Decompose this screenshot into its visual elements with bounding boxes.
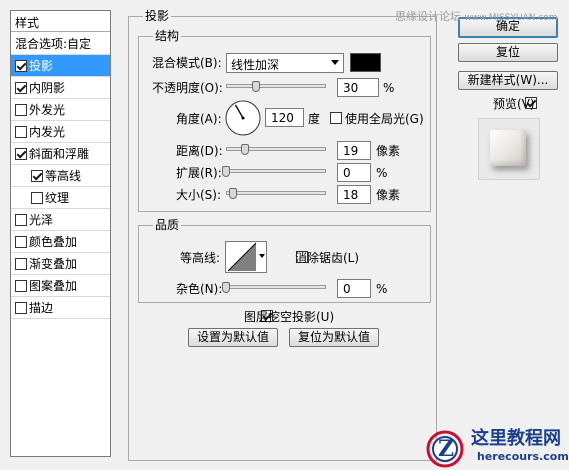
style-item-label: 等高线 (45, 169, 82, 183)
chevron-down-icon (259, 254, 265, 258)
style-item[interactable]: 内阴影 (11, 77, 110, 99)
opacity-input[interactable]: 30 (337, 78, 379, 97)
size-input[interactable]: 18 (337, 185, 371, 204)
spread-slider-thumb[interactable] (222, 166, 230, 177)
spread-input[interactable]: 0 (337, 163, 371, 182)
blending-options-item[interactable]: 混合选项:自定 (11, 33, 110, 55)
size-slider-track[interactable] (226, 191, 326, 195)
distance-label: 距离(D): (176, 144, 223, 158)
style-item-checkbox[interactable] (15, 147, 27, 160)
logo-url: herecours.com (477, 450, 569, 463)
size-unit: 像素 (376, 188, 401, 202)
style-item-label: 斜面和浮雕 (29, 147, 90, 161)
drop-shadow-title: 投影 (143, 9, 172, 23)
style-item-checkbox[interactable] (15, 257, 27, 270)
blending-options-label: 混合选项:自定 (15, 37, 92, 51)
style-item[interactable]: 颜色叠加 (11, 231, 110, 253)
style-item-checkbox[interactable] (15, 213, 27, 226)
angle-unit: 度 (308, 112, 321, 126)
noise-input[interactable]: 0 (337, 279, 371, 298)
style-item-checkbox[interactable] (15, 301, 27, 314)
contour-curve-icon (227, 242, 257, 272)
style-item-label: 图案叠加 (29, 279, 78, 293)
style-item[interactable]: 等高线 (11, 165, 110, 187)
style-item[interactable]: 图案叠加 (11, 275, 110, 297)
style-item[interactable]: 描边 (11, 297, 110, 319)
style-item-label: 纹理 (45, 191, 70, 205)
style-preview-thumbnail (478, 118, 540, 180)
noise-slider-track[interactable] (226, 285, 326, 289)
style-item-checkbox[interactable] (15, 81, 27, 94)
make-default-button[interactable]: 设置为默认值 (188, 328, 278, 347)
style-item-checkbox[interactable] (31, 191, 43, 204)
opacity-label: 不透明度(O): (152, 81, 223, 95)
style-item[interactable]: 渐变叠加 (11, 253, 110, 275)
style-list-header: 样式 (11, 11, 110, 32)
logo-letter: Z (438, 436, 455, 462)
angle-input[interactable]: 120 (265, 108, 304, 127)
noise-slider-thumb[interactable] (222, 282, 230, 293)
style-item-label: 渐变叠加 (29, 257, 78, 271)
style-item-label: 描边 (29, 301, 54, 315)
distance-unit: 像素 (376, 144, 401, 158)
style-item-label: 外发光 (29, 103, 66, 117)
blend-color-swatch[interactable] (350, 53, 381, 72)
size-slider-thumb[interactable] (229, 188, 237, 199)
style-list: 样式 混合选项:自定 投影内阴影外发光内发光斜面和浮雕等高线纹理光泽颜色叠加渐变… (10, 10, 111, 457)
reset-button[interactable]: 复位 (458, 43, 558, 62)
anti-alias-label[interactable]: 消除锯齿(L) (295, 251, 359, 265)
style-item-label: 内发光 (29, 125, 66, 139)
reset-default-button[interactable]: 复位为默认值 (289, 328, 379, 347)
use-global-light-checkbox[interactable] (330, 112, 342, 124)
distance-input[interactable]: 19 (337, 141, 371, 160)
noise-unit: % (376, 282, 388, 296)
style-item[interactable]: 光泽 (11, 209, 110, 231)
style-item[interactable]: 斜面和浮雕 (11, 143, 110, 165)
style-item-checkbox[interactable] (15, 59, 27, 72)
spread-label: 扩展(R): (176, 166, 222, 180)
blend-mode-value: 线性加深 (231, 58, 280, 72)
blend-mode-label: 混合模式(B): (152, 56, 222, 70)
style-item[interactable]: 外发光 (11, 99, 110, 121)
angle-dial[interactable] (224, 99, 262, 137)
opacity-slider-thumb[interactable] (252, 81, 260, 92)
site-logo: Z 这里教程网 herecours.com (423, 425, 569, 470)
preview-shape (490, 130, 526, 166)
chevron-down-icon (331, 60, 339, 65)
opacity-unit: % (383, 81, 395, 95)
contour-label: 等高线: (180, 251, 221, 265)
style-item[interactable]: 纹理 (11, 187, 110, 209)
watermark-url: www.MISSYUAN.com (464, 13, 558, 23)
use-global-light-label[interactable]: 使用全局光(G) (345, 112, 424, 126)
watermark-label: 思缘设计论坛 (395, 10, 461, 23)
style-item-checkbox[interactable] (15, 235, 27, 248)
style-item-label: 光泽 (29, 213, 54, 227)
style-item-checkbox[interactable] (15, 279, 27, 292)
angle-label: 角度(A): (176, 112, 222, 126)
spread-slider-track[interactable] (226, 169, 326, 173)
style-item-checkbox[interactable] (15, 125, 27, 138)
logo-title: 这里教程网 (471, 428, 561, 449)
style-item-checkbox[interactable] (15, 103, 27, 116)
structure-title: 结构 (153, 29, 182, 43)
style-item-label: 投影 (29, 59, 54, 73)
style-item-label: 颜色叠加 (29, 235, 78, 249)
watermark-text: 思缘设计论坛 www.MISSYUAN.com (395, 8, 558, 24)
layer-knockout-label[interactable]: 图层挖空投影(U) (244, 310, 334, 324)
style-item-checkbox[interactable] (31, 169, 43, 182)
new-style-button[interactable]: 新建样式(W)... (458, 71, 558, 90)
blend-mode-dropdown[interactable]: 线性加深 (226, 53, 344, 73)
spread-unit: % (376, 166, 388, 180)
size-label: 大小(S): (176, 188, 222, 202)
quality-title: 品质 (153, 218, 182, 232)
style-item[interactable]: 投影 (11, 55, 110, 77)
preview-label[interactable]: 预览(V) (493, 97, 535, 111)
style-item-label: 内阴影 (29, 81, 66, 95)
style-item[interactable]: 内发光 (11, 121, 110, 143)
opacity-slider-track[interactable] (226, 84, 326, 88)
distance-slider-thumb[interactable] (241, 144, 249, 155)
contour-picker[interactable] (225, 241, 267, 273)
noise-label: 杂色(N): (176, 282, 223, 296)
